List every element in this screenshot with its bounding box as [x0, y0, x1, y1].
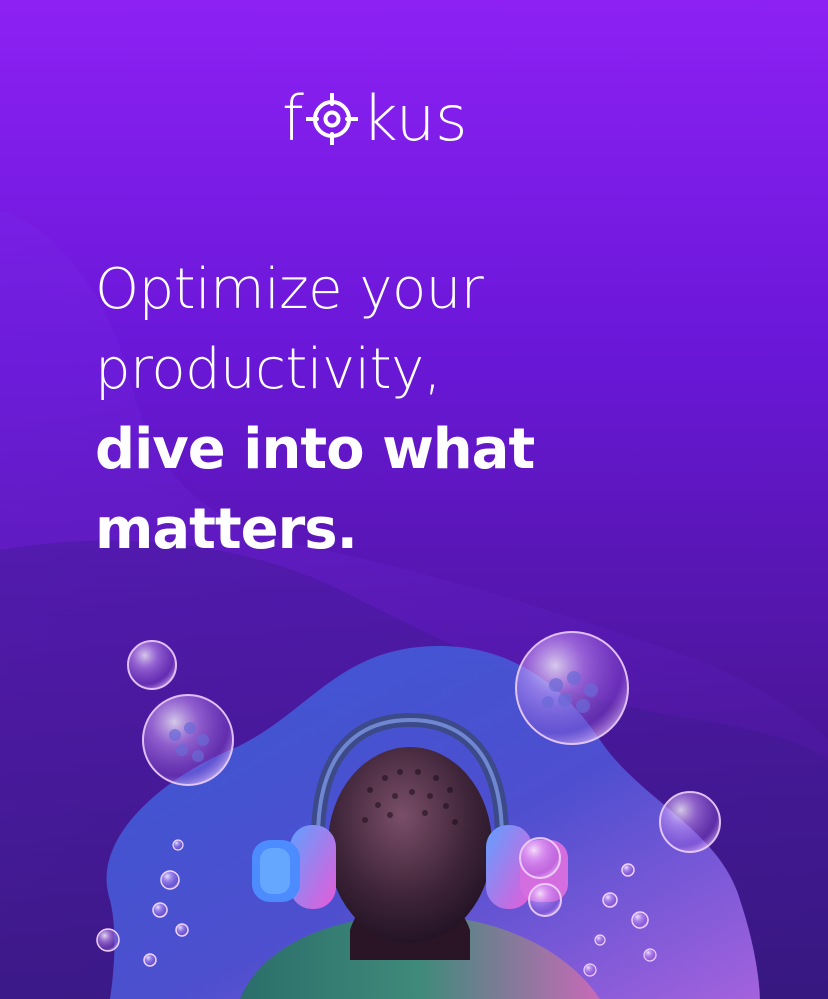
hero-section: f kus Optimize your productivity, dive i… [0, 0, 828, 999]
brand-logo[interactable]: f kus [282, 84, 467, 154]
brand-logo-text-start: f [282, 82, 304, 155]
headline-line-4: matters. [95, 497, 358, 562]
brand-logo-text-end: kus [361, 82, 468, 155]
headline-line-1: Optimize your [95, 257, 484, 322]
hero-headline: Optimize your productivity, dive into wh… [95, 250, 715, 570]
headline-line-3: dive into what [95, 417, 535, 482]
person-with-headphones-illustration [96, 631, 760, 999]
headline-line-2: productivity, [95, 337, 442, 402]
target-crosshair-icon [305, 93, 358, 145]
